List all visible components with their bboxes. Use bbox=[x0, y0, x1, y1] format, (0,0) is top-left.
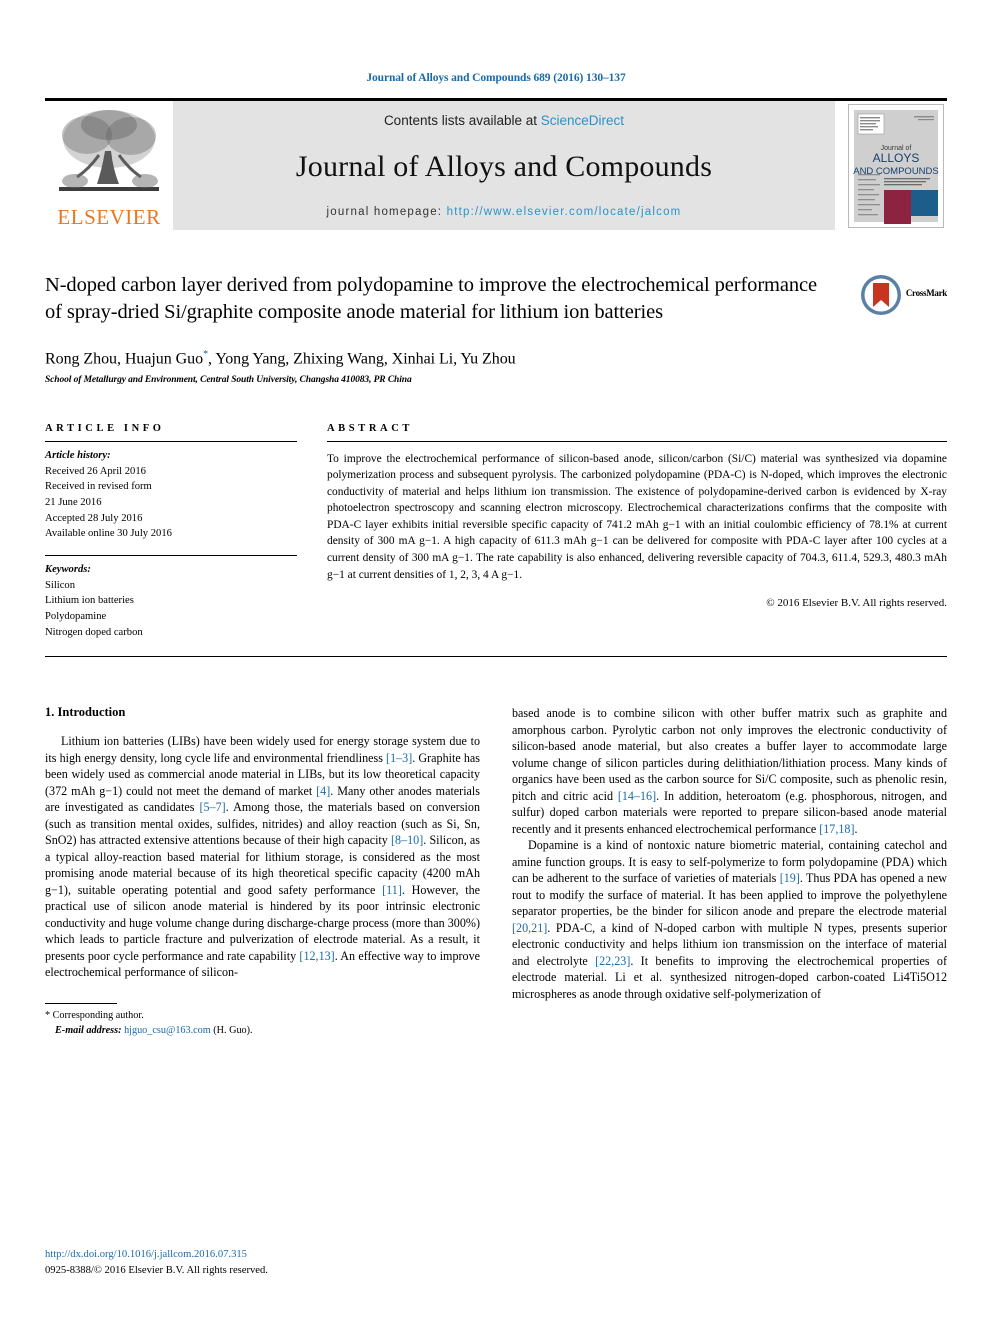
paragraph-intro-1: Lithium ion batteries (LIBs) have been w… bbox=[45, 733, 480, 981]
footnote-divider bbox=[45, 1002, 117, 1004]
crossmark-badge[interactable]: CrossMark bbox=[837, 272, 947, 385]
article-page: Journal of Alloys and Compounds 689 (201… bbox=[0, 0, 992, 1323]
elsevier-tree-icon bbox=[53, 105, 165, 201]
info-abstract-section: ARTICLE INFO Article history: Received 2… bbox=[45, 423, 947, 640]
keywords-label: Keywords: bbox=[45, 563, 91, 575]
citation-link[interactable]: [1–3] bbox=[386, 751, 412, 765]
elsevier-wordmark: ELSEVIER bbox=[57, 205, 161, 229]
citation-link[interactable]: [12,13] bbox=[299, 949, 334, 963]
paragraph-intro-2: based anode is to combine silicon with o… bbox=[512, 705, 947, 837]
journal-cover-thumbnail: Journal of ALLOYS AND COMPOUNDS bbox=[845, 101, 947, 230]
article-history-block: Article history: Received 26 April 2016 … bbox=[45, 442, 297, 542]
keyword-item: Polydopamine bbox=[45, 610, 107, 622]
abstract-column: ABSTRACT To improve the electrochemical … bbox=[327, 423, 947, 640]
citation-link[interactable]: [22,23] bbox=[595, 954, 630, 968]
citation-link[interactable]: [19] bbox=[780, 871, 800, 885]
history-item: Accepted 28 July 2016 bbox=[45, 512, 143, 524]
running-head: Journal of Alloys and Compounds 689 (201… bbox=[366, 72, 626, 84]
citation-link[interactable]: [14–16] bbox=[618, 789, 656, 803]
email-note: E-mail address: hjguo_csu@163.com (H. Gu… bbox=[45, 1024, 480, 1039]
authors-before-marker: Rong Zhou, Huajun Guo bbox=[45, 349, 204, 367]
keyword-item: Silicon bbox=[45, 579, 76, 591]
authors-after-marker: , Yong Yang, Zhixing Wang, Xinhai Li, Yu… bbox=[208, 349, 516, 367]
citation-link[interactable]: [5–7] bbox=[200, 800, 226, 814]
citation-link[interactable]: [11] bbox=[382, 883, 402, 897]
journal-band: Contents lists available at ScienceDirec… bbox=[173, 101, 835, 230]
crossmark-icon bbox=[860, 274, 902, 321]
body-column-left: 1. Introduction Lithium ion batteries (L… bbox=[45, 705, 480, 1038]
homepage-url-link[interactable]: http://www.elsevier.com/locate/jalcom bbox=[447, 206, 682, 218]
affiliation: School of Metallurgy and Environment, Ce… bbox=[45, 374, 412, 385]
homepage-prefix: journal homepage: bbox=[326, 206, 447, 218]
keyword-item: Lithium ion batteries bbox=[45, 595, 134, 607]
history-item: Received in revised form bbox=[45, 481, 152, 493]
title-block: N-doped carbon layer derived from polydo… bbox=[45, 272, 947, 385]
history-item: Available online 30 July 2016 bbox=[45, 528, 172, 540]
email-label: E-mail address: bbox=[55, 1024, 122, 1036]
contents-lists-line: Contents lists available at ScienceDirec… bbox=[384, 113, 624, 128]
page-footer: http://dx.doi.org/10.1016/j.jallcom.2016… bbox=[45, 1247, 268, 1279]
paragraph-intro-3: Dopamine is a kind of nontoxic nature bi… bbox=[512, 837, 947, 1002]
section-divider bbox=[45, 656, 947, 658]
doi-link[interactable]: http://dx.doi.org/10.1016/j.jallcom.2016… bbox=[45, 1247, 268, 1263]
citation-link[interactable]: [8–10] bbox=[391, 833, 423, 847]
journal-homepage-line: journal homepage: http://www.elsevier.co… bbox=[327, 206, 682, 218]
email-suffix: (H. Guo). bbox=[213, 1024, 253, 1036]
title-and-authors: N-doped carbon layer derived from polydo… bbox=[45, 272, 837, 385]
citation-link[interactable]: [4] bbox=[316, 784, 330, 798]
journal-title: Journal of Alloys and Compounds bbox=[295, 150, 713, 183]
keyword-item: Nitrogen doped carbon bbox=[45, 626, 143, 638]
section-heading-introduction: 1. Introduction bbox=[45, 705, 126, 720]
article-info-heading: ARTICLE INFO bbox=[45, 422, 165, 434]
svg-text:AND COMPOUNDS: AND COMPOUNDS bbox=[853, 166, 939, 177]
sciencedirect-link[interactable]: ScienceDirect bbox=[541, 113, 624, 128]
body-column-right: based anode is to combine silicon with o… bbox=[512, 705, 947, 1038]
page-title: N-doped carbon layer derived from polydo… bbox=[45, 274, 818, 324]
journal-masthead: ELSEVIER Contents lists available at Sci… bbox=[45, 98, 947, 230]
footnote-marker: * bbox=[45, 1009, 51, 1021]
citation-link[interactable]: [17,18] bbox=[819, 822, 854, 836]
footnote-block: * Corresponding author. E-mail address: … bbox=[45, 1002, 480, 1039]
corresponding-author-note: * Corresponding author. bbox=[45, 1009, 480, 1024]
keywords-block: Keywords: Silicon Lithium ion batteries … bbox=[45, 556, 297, 640]
abstract-heading: ABSTRACT bbox=[327, 422, 413, 434]
svg-text:ALLOYS: ALLOYS bbox=[873, 151, 920, 165]
abstract-text: To improve the electrochemical performan… bbox=[327, 452, 947, 581]
elsevier-logo: ELSEVIER bbox=[45, 101, 173, 230]
email-link[interactable]: hjguo_csu@163.com bbox=[124, 1025, 211, 1036]
article-info-column: ARTICLE INFO Article history: Received 2… bbox=[45, 423, 297, 640]
text-run: . bbox=[854, 821, 858, 836]
history-item: 21 June 2016 bbox=[45, 496, 102, 508]
author-list: Rong Zhou, Huajun Guo*, Yong Yang, Zhixi… bbox=[45, 349, 821, 368]
issn-copyright-line: 0925-8388/© 2016 Elsevier B.V. All right… bbox=[45, 1265, 268, 1277]
copyright-line: © 2016 Elsevier B.V. All rights reserved… bbox=[766, 597, 947, 610]
body-columns: 1. Introduction Lithium ion batteries (L… bbox=[45, 705, 947, 1038]
contents-prefix: Contents lists available at bbox=[383, 113, 541, 128]
history-item: Received 26 April 2016 bbox=[45, 465, 146, 477]
article-history-label: Article history: bbox=[45, 449, 111, 461]
footnote-text: Corresponding author. bbox=[52, 1009, 144, 1021]
citation-link[interactable]: [20,21] bbox=[512, 921, 547, 935]
crossmark-label: CrossMark bbox=[905, 288, 947, 298]
